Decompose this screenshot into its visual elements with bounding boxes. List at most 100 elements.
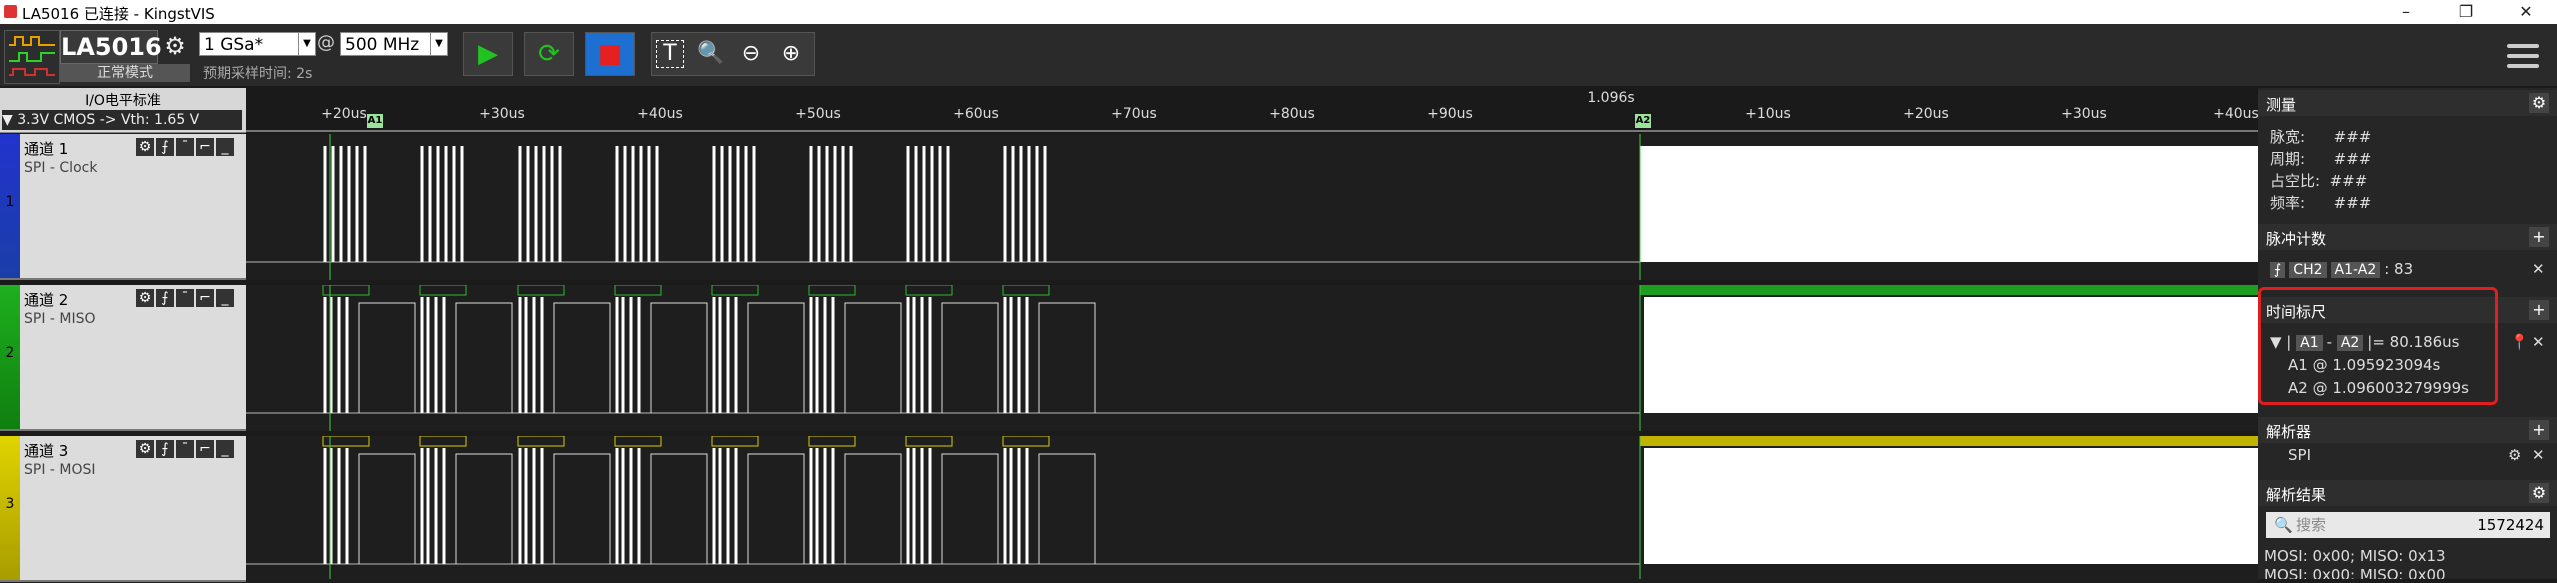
channel-name[interactable]: 通道 3 bbox=[24, 440, 68, 461]
ruler-tick: +30us bbox=[2061, 106, 2107, 122]
rising-edge-icon[interactable]: ⨍ bbox=[2270, 262, 2286, 278]
results-section[interactable]: 解析结果 ⚙ bbox=[2258, 480, 2557, 506]
device-settings-gear-icon[interactable]: ⚙ bbox=[160, 31, 190, 61]
high-level-icon[interactable]: ¯ bbox=[176, 138, 194, 156]
channel-2-header[interactable]: 2 通道 2 SPI - MISO ⚙ ⨍ ¯ ⌐ _ bbox=[0, 285, 246, 431]
low-level-icon[interactable]: _ bbox=[216, 138, 234, 156]
pulse-range[interactable]: A1-A2 bbox=[2330, 262, 2381, 278]
measure-title: 测量 bbox=[2266, 96, 2297, 114]
results-title: 解析结果 bbox=[2266, 486, 2327, 504]
add-icon[interactable]: + bbox=[2529, 227, 2549, 247]
rising-edge-icon[interactable]: ⨍ bbox=[156, 440, 174, 458]
loop-button[interactable]: ⟳ bbox=[524, 32, 574, 76]
view-tools: T 🔍 ⊖ ⊕ bbox=[651, 32, 815, 76]
signal-level bbox=[844, 302, 902, 413]
io-standard-panel: I/O电平标准 ▼ 3.3V CMOS -> Vth: 1.65 V bbox=[0, 88, 246, 133]
pre-sample-time: 预期采样时间: 2s bbox=[203, 66, 313, 82]
zoom-out-icon[interactable]: ⊖ bbox=[734, 39, 768, 69]
search-icon: 🔍 bbox=[2274, 516, 2293, 534]
decode-marker bbox=[711, 435, 759, 447]
channel-2-waveform[interactable] bbox=[246, 284, 2258, 431]
channel-3-waveform[interactable] bbox=[246, 435, 2258, 582]
result-row[interactable]: MOSI: 0x00; MISO: 0x13 bbox=[2264, 547, 2446, 565]
gear-icon[interactable]: ⚙ bbox=[136, 440, 154, 458]
analyzer-name[interactable]: SPI bbox=[2288, 446, 2311, 464]
decode-marker bbox=[711, 284, 759, 296]
gear-icon[interactable]: ⚙ bbox=[2529, 93, 2549, 113]
results-search-input[interactable]: 🔍 搜索 1572424 bbox=[2266, 512, 2550, 538]
channel-3-header[interactable]: 3 通道 3 SPI - MOSI ⚙ ⨍ ¯ ⌐ _ bbox=[0, 436, 246, 582]
low-level-icon[interactable]: _ bbox=[216, 440, 234, 458]
analyzer-section[interactable]: 解析器 + bbox=[2258, 417, 2557, 443]
sample-rate-select[interactable]: 1 GSa* ▼ bbox=[199, 32, 316, 56]
pulse-count-row[interactable]: ⨍ CH2 A1-A2: 83 bbox=[2270, 260, 2413, 278]
ruler-tick: +90us bbox=[1427, 106, 1473, 122]
falling-edge-icon[interactable]: ⌐ bbox=[196, 289, 214, 307]
add-icon[interactable]: + bbox=[2529, 300, 2549, 320]
add-icon[interactable]: + bbox=[2529, 420, 2549, 440]
gear-icon[interactable]: ⚙ bbox=[2508, 446, 2521, 464]
cursor-a2-marker[interactable]: A2 bbox=[1635, 114, 1651, 128]
signal-level bbox=[747, 453, 805, 564]
frequency-select[interactable]: 500 MHz ▼ bbox=[340, 32, 448, 56]
device-name[interactable]: LA5016 bbox=[60, 30, 162, 64]
channel-number: 1 bbox=[5, 194, 15, 210]
device-mode: 正常模式 bbox=[60, 64, 190, 82]
chevron-down-icon: ▼ bbox=[430, 33, 447, 55]
channel-controls: ⚙ ⨍ ¯ ⌐ _ bbox=[136, 289, 236, 307]
maximize-button[interactable]: ❐ bbox=[2436, 1, 2496, 23]
results-count: 1572424 bbox=[2477, 516, 2544, 534]
gear-icon[interactable]: ⚙ bbox=[136, 289, 154, 307]
ruler-tick: +40us bbox=[2213, 106, 2259, 122]
stop-icon: ■ bbox=[597, 39, 623, 69]
rising-edge-icon[interactable]: ⨍ bbox=[156, 138, 174, 156]
signal-level bbox=[358, 302, 416, 413]
decode-marker bbox=[419, 435, 467, 447]
falling-edge-icon[interactable]: ⌐ bbox=[196, 138, 214, 156]
measure-section[interactable]: 测量 ⚙ bbox=[2258, 90, 2557, 116]
zoom-fit-icon[interactable]: 🔍 bbox=[694, 39, 728, 69]
title-bar: LA5016 已连接 - KingstVIS – ❐ ✕ bbox=[0, 0, 2557, 24]
channel-controls: ⚙ ⨍ ¯ ⌐ _ bbox=[136, 138, 236, 156]
stop-button[interactable]: ■ bbox=[585, 32, 635, 76]
zoom-in-icon[interactable]: ⊕ bbox=[774, 39, 808, 69]
rising-edge-icon[interactable]: ⨍ bbox=[156, 289, 174, 307]
close-button[interactable]: ✕ bbox=[2496, 1, 2556, 23]
close-icon[interactable]: ✕ bbox=[2532, 446, 2545, 464]
ruler-tick: +20us bbox=[1903, 106, 1949, 122]
text-tool-icon[interactable]: T bbox=[656, 40, 684, 68]
decode-marker bbox=[808, 435, 856, 447]
close-icon[interactable]: ✕ bbox=[2532, 333, 2545, 351]
channel-1-header[interactable]: 1 通道 1 SPI - Clock ⚙ ⨍ ¯ ⌐ _ bbox=[0, 134, 246, 280]
decode-marker bbox=[808, 284, 856, 296]
low-level-icon[interactable]: _ bbox=[216, 289, 234, 307]
measure-row: 脉宽: ### bbox=[2270, 128, 2372, 146]
io-standard-select[interactable]: ▼ 3.3V CMOS -> Vth: 1.65 V bbox=[2, 110, 242, 130]
analyzer-title: 解析器 bbox=[2266, 423, 2312, 441]
channel-number: 2 bbox=[5, 345, 15, 361]
time-ruler[interactable]: 1.096s +20us +30us +40us +50us +60us +70… bbox=[246, 88, 2259, 132]
pulse-count-section[interactable]: 脉冲计数 + bbox=[2258, 224, 2557, 250]
ruler-tick: +20us bbox=[321, 106, 367, 122]
channel-name[interactable]: 通道 1 bbox=[24, 138, 68, 159]
start-button[interactable]: ▶ bbox=[463, 32, 513, 76]
menu-icon[interactable] bbox=[2505, 38, 2541, 74]
channel-name[interactable]: 通道 2 bbox=[24, 289, 68, 310]
cursor-a1-marker[interactable]: A1 bbox=[367, 114, 383, 128]
close-icon[interactable]: ✕ bbox=[2532, 260, 2545, 278]
gear-icon[interactable]: ⚙ bbox=[136, 138, 154, 156]
device-logo bbox=[4, 30, 60, 84]
high-level-icon[interactable]: ¯ bbox=[176, 440, 194, 458]
decode-marker bbox=[905, 284, 953, 296]
signal-level bbox=[553, 302, 611, 413]
minimize-button[interactable]: – bbox=[2376, 1, 2436, 23]
falling-edge-icon[interactable]: ⌐ bbox=[196, 440, 214, 458]
channel-1-waveform[interactable] bbox=[246, 134, 2258, 280]
result-row[interactable]: MOSI: 0x00; MISO: 0x00 bbox=[2264, 566, 2446, 579]
signal-level bbox=[455, 302, 513, 413]
loop-icon: ⟳ bbox=[538, 39, 560, 69]
high-level-icon[interactable]: ¯ bbox=[176, 289, 194, 307]
pulse-channel[interactable]: CH2 bbox=[2289, 262, 2327, 278]
gear-icon[interactable]: ⚙ bbox=[2529, 483, 2549, 503]
pin-icon[interactable]: 📍 bbox=[2510, 333, 2529, 351]
